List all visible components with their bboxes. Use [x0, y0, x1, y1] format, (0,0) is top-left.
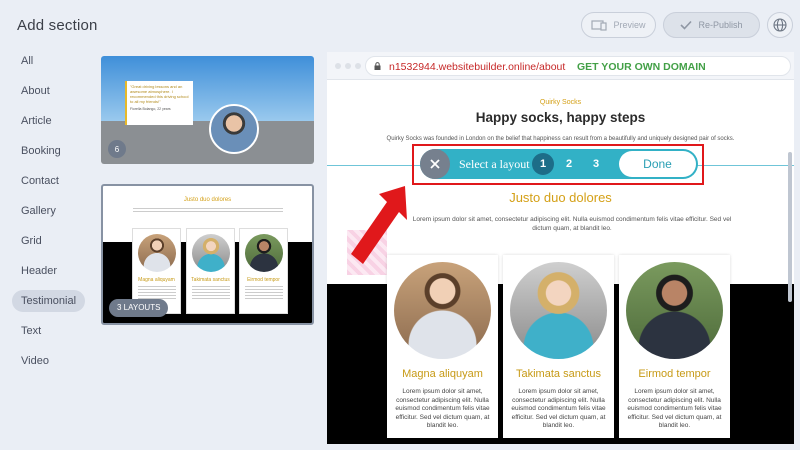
thumbnail-quote-author: Fiorella Bolango, 22 years	[130, 107, 171, 111]
arrow-pointer-icon	[351, 186, 407, 264]
layouts-badge: 3 LAYOUTS	[109, 299, 169, 317]
thumbnail-quote-text: "Great driving lessons and an awesome at…	[130, 84, 189, 104]
section-thumbnail-1[interactable]: "Great driving lessons and an awesome at…	[101, 56, 314, 164]
testimonial-text: Lorem ipsum dolor sit amet, consectetur …	[395, 388, 490, 429]
thumbnail-quote: "Great driving lessons and an awesome at…	[125, 81, 193, 125]
thumbnail-text-lines	[133, 208, 283, 214]
testimonial-name: Takimata sanctus	[516, 368, 601, 380]
monitor-phone-icon	[591, 19, 608, 31]
browser-url-bar: n1532944.websitebuilder.online/about GET…	[327, 52, 794, 80]
thumbnail-card: Eirmod tempor	[239, 228, 288, 314]
sidebar-item-text[interactable]: Text	[12, 320, 50, 342]
avatar	[626, 262, 723, 359]
language-button[interactable]	[767, 12, 793, 38]
lock-icon	[374, 62, 381, 70]
sidebar-item-grid[interactable]: Grid	[12, 230, 51, 252]
avatar	[138, 234, 176, 272]
testimonial-card: Eirmod tempor Lorem ipsum dolor sit amet…	[619, 255, 730, 438]
testimonial-card: Takimata sanctus Lorem ipsum dolor sit a…	[503, 255, 614, 438]
sidebar-item-testimonial[interactable]: Testimonial	[12, 290, 86, 312]
sidebar-item-gallery[interactable]: Gallery	[12, 200, 65, 222]
preview-scrollbar[interactable]	[788, 152, 792, 302]
globe-icon	[773, 18, 787, 32]
highlight-box	[412, 144, 704, 185]
thumbnail-card-text	[245, 286, 283, 300]
check-icon	[680, 20, 693, 30]
thumbnail-title: Justo duo dolores	[183, 197, 232, 203]
preview-description: Quirky Socks was founded in London on th…	[386, 136, 735, 142]
testimonial-card: Magna aliquyam Lorem ipsum dolor sit ame…	[387, 255, 498, 438]
sidebar-item-booking[interactable]: Booking	[12, 140, 70, 162]
thumbnail-card-text	[192, 286, 230, 300]
testimonial-text: Lorem ipsum dolor sit amet, consectetur …	[627, 388, 722, 429]
avatar	[192, 234, 230, 272]
sidebar-item-contact[interactable]: Contact	[12, 170, 68, 192]
url-field[interactable]: n1532944.websitebuilder.online/about GET…	[365, 56, 791, 76]
thumbnail-card-name: Eirmod tempor	[247, 277, 280, 283]
thumbnail-card-name: Takimata sanctus	[191, 277, 230, 283]
layout-count-badge: 6	[108, 140, 126, 158]
testimonial-name: Eirmod tempor	[638, 368, 711, 380]
republish-button[interactable]: Re-Publish	[663, 12, 760, 38]
preview-heading: Happy socks, happy steps	[475, 110, 646, 125]
sidebar-item-article[interactable]: Article	[12, 110, 61, 132]
avatar	[394, 262, 491, 359]
url-text: n1532944.websitebuilder.online/about	[389, 61, 566, 73]
testimonial-text: Lorem ipsum dolor sit amet, consectetur …	[511, 388, 606, 429]
section-category-list: All About Article Booking Contact Galler…	[0, 50, 95, 380]
page-title: Add section	[17, 17, 98, 34]
get-domain-link[interactable]: GET YOUR OWN DOMAIN	[577, 61, 706, 73]
thumbnail-card-name: Magna aliquyam	[138, 277, 175, 283]
section-thumbnail-2[interactable]: Justo duo dolores Magna aliquyam Takimat…	[101, 184, 314, 325]
section-description: Lorem ipsum dolor sit amet, consectetur …	[412, 216, 732, 232]
avatar	[209, 104, 259, 154]
preview-label: Preview	[613, 20, 646, 30]
testimonial-name: Magna aliquyam	[402, 368, 483, 380]
window-dots	[335, 63, 361, 69]
thumbnail-card-text	[138, 286, 176, 300]
republish-label: Re-Publish	[698, 20, 743, 30]
sidebar-item-header[interactable]: Header	[12, 260, 66, 282]
preview-kicker: Quirky Socks	[539, 99, 582, 106]
sidebar-item-all[interactable]: All	[12, 50, 42, 72]
sidebar-item-video[interactable]: Video	[12, 350, 58, 372]
thumbnail-card: Takimata sanctus	[186, 228, 235, 314]
avatar	[245, 234, 283, 272]
preview-button[interactable]: Preview	[581, 12, 656, 38]
avatar	[510, 262, 607, 359]
sidebar-item-about[interactable]: About	[12, 80, 59, 102]
parking-lot-background	[101, 120, 314, 164]
